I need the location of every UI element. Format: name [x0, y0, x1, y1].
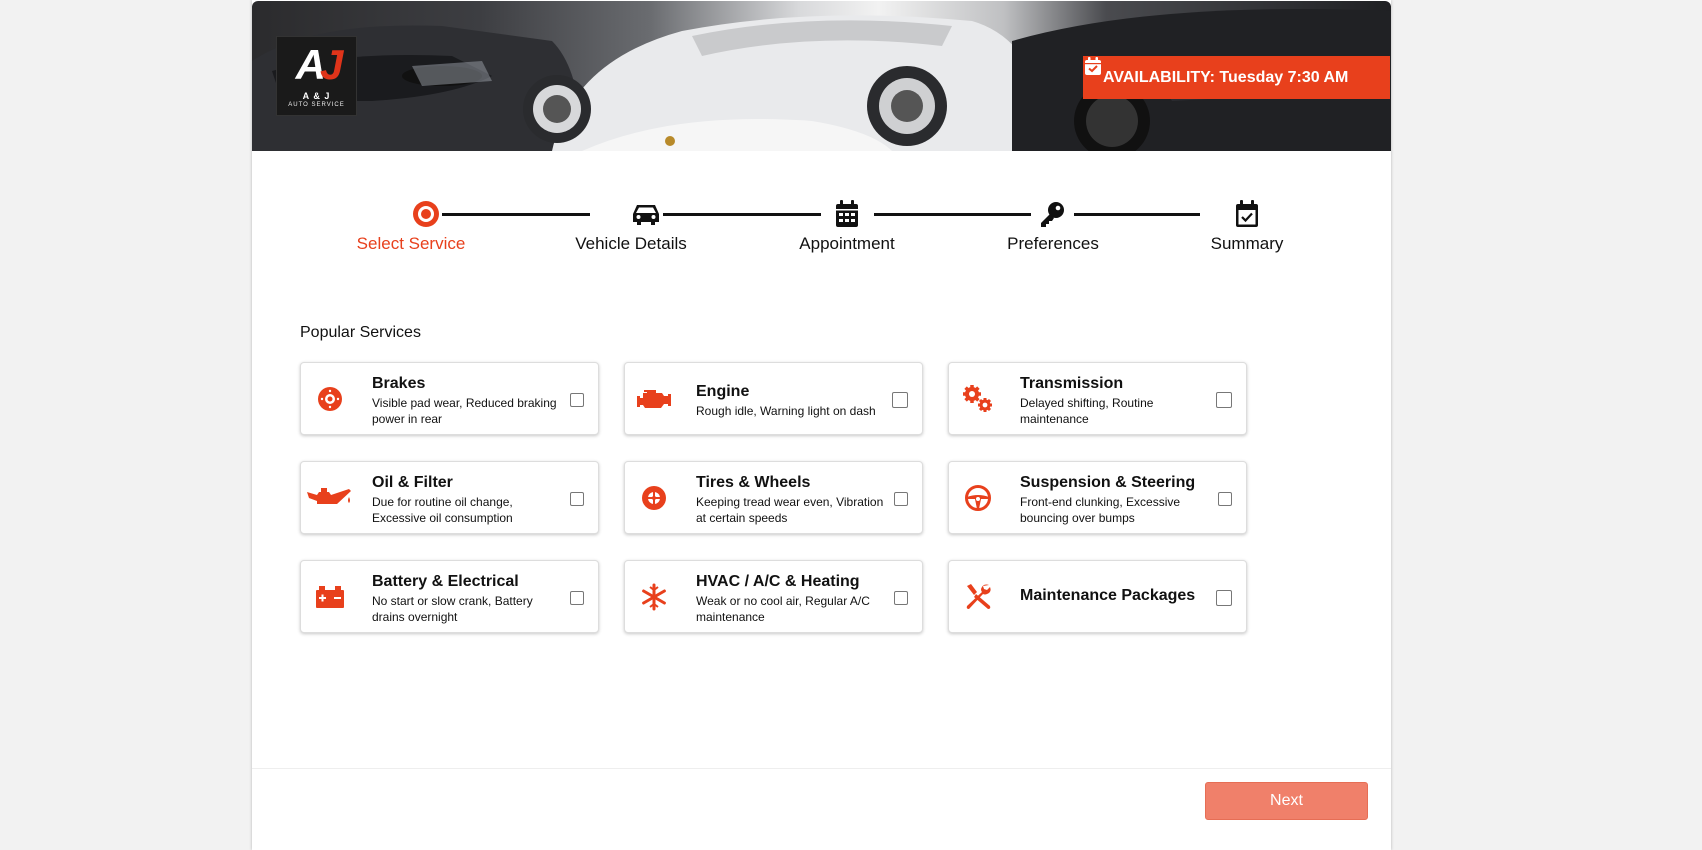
service-card-battery-electrical[interactable]: Battery & Electrical No start or slow cr… [300, 560, 599, 633]
calendar-check-icon[interactable] [1231, 198, 1263, 230]
service-card-hvac[interactable]: HVAC / A/C & Heating Weak or no cool air… [624, 560, 923, 633]
service-card-suspension-steering[interactable]: Suspension & Steering Front-end clunking… [948, 461, 1247, 534]
service-desc: Visible pad wear, Reduced braking power … [372, 396, 557, 426]
step-connector [442, 213, 590, 216]
step-label-vehicle-details[interactable]: Vehicle Details [575, 234, 687, 254]
service-title: Engine [696, 383, 750, 400]
availability-text: AVAILABILITY: Tuesday 7:30 AM [1103, 68, 1349, 86]
snowflake-icon [635, 579, 673, 615]
calendar-check-icon [1085, 57, 1101, 75]
service-card-maintenance-packages[interactable]: Maintenance Packages [948, 560, 1247, 633]
gears-icon [959, 381, 997, 417]
service-checkbox[interactable] [1216, 590, 1232, 606]
service-title: Brakes [372, 375, 426, 392]
engine-icon [635, 381, 673, 417]
logo-name: A & J [302, 91, 331, 101]
service-desc: Weak or no cool air, Regular A/C mainten… [696, 594, 870, 624]
progress-stepper: Select Service Vehicle Details Appointme… [252, 190, 1391, 260]
service-card-oil-filter[interactable]: Oil & Filter Due for routine oil change,… [300, 461, 599, 534]
hero-banner: AJ A & J AUTO SERVICE AVAILABILITY: Tues… [252, 1, 1391, 151]
car-icon[interactable] [630, 198, 662, 230]
service-card-brakes[interactable]: Brakes Visible pad wear, Reduced braking… [300, 362, 599, 435]
step-label-summary[interactable]: Summary [1211, 234, 1284, 254]
step-label-preferences[interactable]: Preferences [1007, 234, 1099, 254]
next-button[interactable]: Next [1205, 782, 1368, 820]
service-checkbox[interactable] [570, 591, 584, 605]
service-title: Tires & Wheels [696, 474, 811, 491]
service-desc: Front-end clunking, Excessive bouncing o… [1020, 495, 1181, 525]
service-card-tires-wheels[interactable]: Tires & Wheels Keeping tread wear even, … [624, 461, 923, 534]
logo-tagline: AUTO SERVICE [288, 102, 345, 108]
key-icon[interactable] [1036, 198, 1068, 230]
tools-icon [959, 579, 997, 615]
step-label-select-service[interactable]: Select Service [357, 234, 466, 254]
service-card-engine[interactable]: Engine Rough idle, Warning light on dash [624, 362, 923, 435]
tire-icon [635, 480, 673, 516]
logo-mark: AJ [295, 41, 344, 88]
service-title: Battery & Electrical [372, 573, 519, 590]
service-checkbox[interactable] [892, 392, 908, 408]
target-icon[interactable] [410, 198, 442, 230]
service-desc: Due for routine oil change, Excessive oi… [372, 495, 513, 525]
brand-logo: AJ A & J AUTO SERVICE [276, 36, 357, 116]
service-desc: Keeping tread wear even, Vibration at ce… [696, 495, 884, 525]
service-checkbox[interactable] [894, 492, 908, 506]
service-title: Transmission [1020, 375, 1124, 392]
step-connector [1074, 213, 1200, 216]
service-checkbox[interactable] [1216, 392, 1232, 408]
service-title: Suspension & Steering [1020, 474, 1196, 491]
oil-can-icon [305, 480, 353, 516]
service-title: HVAC / A/C & Heating [696, 573, 860, 590]
step-connector [663, 213, 821, 216]
service-desc: Delayed shifting, Routine maintenance [1020, 396, 1154, 426]
step-connector [874, 213, 1031, 216]
footer-divider [252, 768, 1391, 769]
service-checkbox[interactable] [894, 591, 908, 605]
battery-icon [311, 579, 349, 615]
service-desc: No start or slow crank, Battery drains o… [372, 594, 533, 624]
service-title: Oil & Filter [372, 474, 453, 491]
service-card-transmission[interactable]: Transmission Delayed shifting, Routine m… [948, 362, 1247, 435]
booking-panel: AJ A & J AUTO SERVICE AVAILABILITY: Tues… [252, 0, 1391, 850]
service-title: Maintenance Packages [1020, 587, 1196, 604]
steering-wheel-icon [959, 480, 997, 516]
service-checkbox[interactable] [570, 393, 584, 407]
calendar-icon[interactable] [831, 198, 863, 230]
service-desc: Rough idle, Warning light on dash [696, 404, 876, 418]
section-title: Popular Services [300, 324, 421, 341]
service-checkbox[interactable] [1218, 492, 1232, 506]
brake-disc-icon [311, 381, 349, 417]
availability-badge: AVAILABILITY: Tuesday 7:30 AM [1083, 56, 1390, 99]
step-label-appointment[interactable]: Appointment [799, 234, 894, 254]
service-checkbox[interactable] [570, 492, 584, 506]
